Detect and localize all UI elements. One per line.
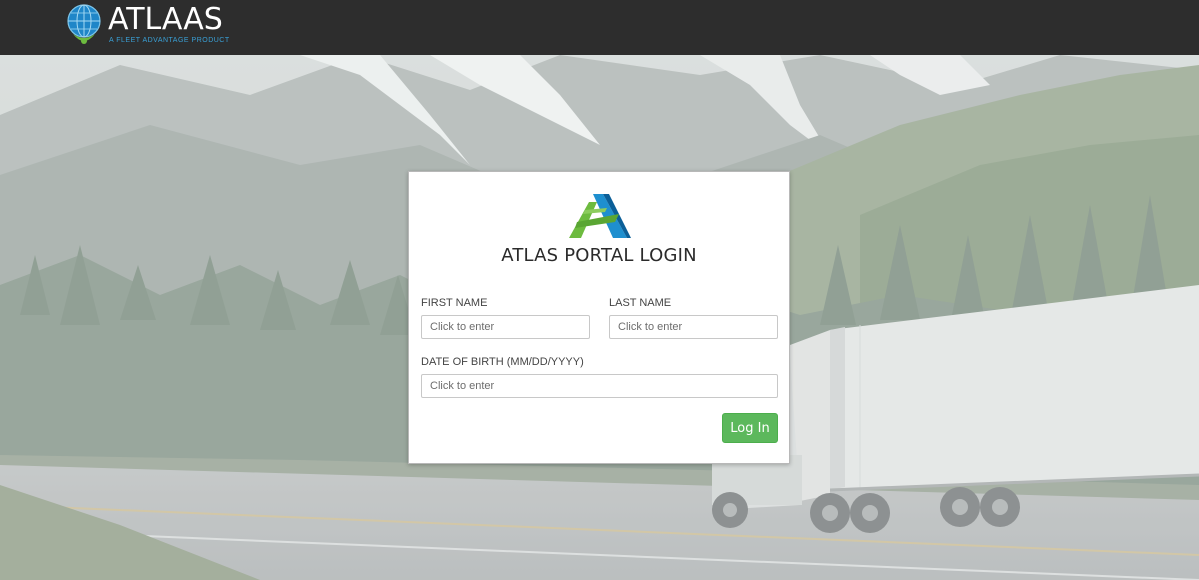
globe-pin-logo-icon: [67, 4, 101, 44]
brand-tagline: A FLEET ADVANTAGE PRODUCT: [109, 37, 230, 44]
login-title: ATLAS PORTAL LOGIN: [501, 245, 697, 266]
brand-name: ATLAAS: [108, 2, 223, 37]
brand-logo[interactable]: ATLAAS A FLEET ADVANTAGE PRODUCT: [65, 2, 235, 50]
last-name-input[interactable]: [609, 315, 778, 339]
atlas-a-logo-icon: [569, 194, 631, 238]
log-in-button[interactable]: Log In: [722, 413, 778, 443]
first-name-label: FIRST NAME: [421, 297, 488, 309]
date-of-birth-label: DATE OF BIRTH (MM/DD/YYYY): [421, 356, 584, 368]
login-card: ATLAS PORTAL LOGIN FIRST NAME LAST NAME …: [408, 171, 790, 464]
last-name-label: LAST NAME: [609, 297, 672, 309]
date-of-birth-input[interactable]: [421, 374, 778, 398]
first-name-input[interactable]: [421, 315, 590, 339]
top-header-bar: ATLAAS A FLEET ADVANTAGE PRODUCT: [0, 0, 1199, 55]
login-page: ATLAAS A FLEET ADVANTAGE PRODUCT ATLAS P…: [0, 0, 1199, 580]
